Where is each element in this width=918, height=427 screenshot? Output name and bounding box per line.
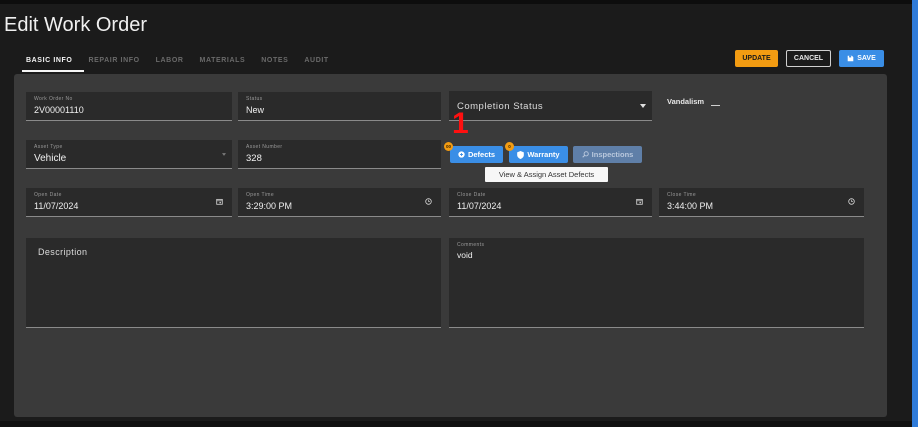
chevron-down-icon bbox=[222, 153, 226, 156]
tab-notes[interactable]: NOTES bbox=[257, 57, 300, 72]
search-icon bbox=[581, 151, 589, 158]
asset-type-value: Vehicle bbox=[34, 153, 67, 164]
asset-type-label: Asset Type bbox=[34, 144, 63, 150]
comments-label: Comments bbox=[457, 242, 485, 248]
asset-type-select[interactable]: Asset Type Vehicle bbox=[26, 140, 232, 169]
close-time-field[interactable]: Close Time 3:44:00 PM bbox=[659, 188, 864, 217]
status-value: New bbox=[246, 105, 265, 115]
open-date-value: 11/07/2024 bbox=[34, 201, 79, 211]
tab-bar: BASIC INFO REPAIR INFO LABOR MATERIALS N… bbox=[22, 57, 341, 72]
defects-badge: 00 bbox=[444, 142, 453, 151]
update-button[interactable]: UPDATE bbox=[735, 50, 778, 67]
close-date-field[interactable]: Close Date 11/07/2024 bbox=[449, 188, 652, 217]
calendar-icon[interactable] bbox=[216, 198, 223, 205]
clock-icon[interactable] bbox=[425, 198, 432, 205]
cancel-button[interactable]: CANCEL bbox=[786, 50, 831, 67]
open-time-label: Open Time bbox=[246, 192, 275, 198]
close-time-value: 3:44:00 PM bbox=[667, 201, 714, 211]
inspections-button[interactable]: Inspections bbox=[573, 146, 642, 163]
description-placeholder: Description bbox=[38, 247, 88, 257]
defects-label: Defects bbox=[467, 150, 496, 159]
shield-icon bbox=[517, 150, 525, 159]
clock-icon[interactable] bbox=[848, 198, 855, 205]
close-date-value: 11/07/2024 bbox=[457, 201, 502, 211]
open-time-value: 3:29:00 PM bbox=[246, 201, 293, 211]
work-order-no-field[interactable]: Work Order No 2V00001110 bbox=[26, 92, 232, 121]
work-order-no-value: 2V00001110 bbox=[34, 105, 84, 115]
tab-labor[interactable]: LABOR bbox=[152, 57, 196, 72]
work-order-no-label: Work Order No bbox=[34, 96, 73, 102]
bottom-band bbox=[0, 421, 912, 427]
open-date-field[interactable]: Open Date 11/07/2024 bbox=[26, 188, 232, 217]
top-band bbox=[0, 0, 918, 4]
chevron-down-icon bbox=[640, 104, 646, 108]
defects-tooltip: View & Assign Asset Defects bbox=[485, 167, 608, 182]
tab-materials[interactable]: MATERIALS bbox=[196, 57, 258, 72]
page-title: Edit Work Order bbox=[4, 14, 147, 36]
annotation-marker: 1 bbox=[452, 107, 469, 140]
warranty-badge: 0 bbox=[505, 142, 514, 151]
save-icon bbox=[847, 55, 854, 62]
asset-number-field[interactable]: Asset Number 328 bbox=[238, 140, 441, 169]
completion-status-placeholder: Completion Status bbox=[457, 101, 544, 112]
defects-button[interactable]: Defects bbox=[450, 146, 503, 163]
tab-audit[interactable]: AUDIT bbox=[300, 57, 340, 72]
save-button[interactable]: SAVE bbox=[839, 50, 884, 67]
description-textarea[interactable]: Description bbox=[26, 238, 441, 328]
open-time-field[interactable]: Open Time 3:29:00 PM bbox=[238, 188, 441, 217]
status-label: Status bbox=[246, 96, 263, 102]
completion-status-select[interactable]: Completion Status bbox=[449, 91, 652, 121]
tab-basic-info[interactable]: BASIC INFO bbox=[22, 57, 85, 72]
close-date-label: Close Date bbox=[457, 192, 486, 198]
defects-icon bbox=[458, 151, 465, 158]
comments-textarea[interactable]: Comments void bbox=[449, 238, 864, 328]
vandalism-label: Vandalism bbox=[667, 97, 705, 106]
tab-repair-info[interactable]: REPAIR INFO bbox=[84, 57, 151, 72]
asset-number-value: 328 bbox=[246, 153, 262, 164]
calendar-icon[interactable] bbox=[636, 198, 643, 205]
asset-number-label: Asset Number bbox=[246, 144, 283, 150]
close-time-label: Close Time bbox=[667, 192, 697, 198]
inspections-label: Inspections bbox=[591, 150, 634, 159]
open-date-label: Open Date bbox=[34, 192, 62, 198]
warranty-label: Warranty bbox=[527, 150, 560, 159]
status-field[interactable]: Status New bbox=[238, 92, 441, 121]
warranty-button[interactable]: Warranty bbox=[509, 146, 568, 163]
vandalism-checkbox[interactable] bbox=[711, 99, 720, 106]
comments-value: void bbox=[457, 250, 473, 260]
window-edge-bar bbox=[912, 0, 918, 427]
save-button-label: SAVE bbox=[857, 55, 876, 62]
